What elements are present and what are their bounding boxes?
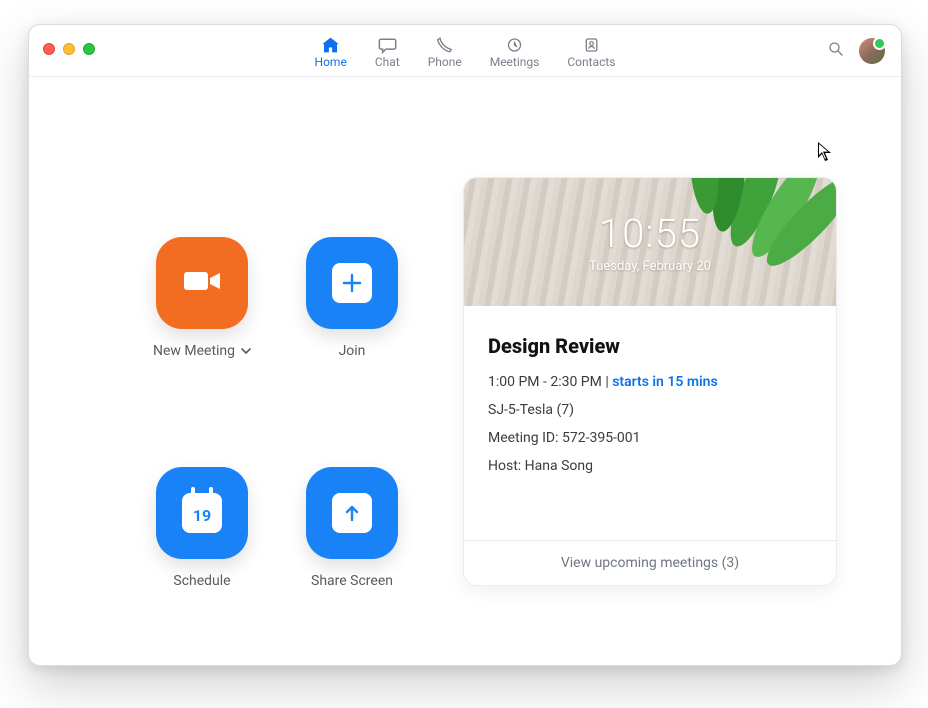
- chat-icon: [377, 35, 397, 55]
- nav-contacts-label: Contacts: [567, 55, 615, 69]
- meeting-time-row: 1:00 PM - 2:30 PM | starts in 15 mins: [488, 374, 812, 390]
- hero-time: 10:55 Tuesday, February 20: [464, 178, 836, 306]
- close-window-button[interactable]: [43, 43, 55, 55]
- new-meeting-button[interactable]: [156, 237, 248, 329]
- phone-icon: [435, 35, 455, 55]
- window-controls: [43, 43, 95, 55]
- schedule-button[interactable]: 19: [156, 467, 248, 559]
- join-button[interactable]: [306, 237, 398, 329]
- meeting-room: SJ-5-Tesla (7): [488, 402, 812, 418]
- join-label: Join: [339, 343, 366, 359]
- upload-icon: [332, 493, 372, 533]
- calendar-icon: 19: [182, 493, 222, 533]
- new-meeting-tile: New Meeting: [127, 237, 277, 435]
- search-icon[interactable]: [827, 40, 845, 62]
- right-panel: 10:55 Tuesday, February 20 Design Review…: [449, 77, 901, 665]
- nav-contacts[interactable]: Contacts: [567, 35, 615, 69]
- nav-meetings-label: Meetings: [490, 55, 540, 69]
- nav-meetings[interactable]: Meetings: [490, 35, 540, 69]
- main-body: New Meeting Join: [29, 77, 901, 665]
- nav-chat[interactable]: Chat: [375, 35, 400, 69]
- schedule-tile: 19 Schedule: [127, 467, 277, 665]
- chevron-down-icon: [241, 347, 251, 355]
- nav-home-label: Home: [315, 55, 347, 69]
- minimize-window-button[interactable]: [63, 43, 75, 55]
- nav-home[interactable]: Home: [315, 35, 347, 69]
- share-label: Share Screen: [311, 573, 393, 589]
- video-icon: [180, 266, 224, 300]
- action-grid: New Meeting Join: [29, 77, 449, 665]
- home-icon: [321, 35, 341, 55]
- meeting-id: Meeting ID: 572-395-001: [488, 430, 812, 446]
- titlebar: Home Chat Phone: [29, 25, 901, 77]
- meeting-separator: |: [602, 374, 612, 390]
- presence-indicator: [873, 37, 886, 50]
- maximize-window-button[interactable]: [83, 43, 95, 55]
- share-tile: Share Screen: [277, 467, 427, 665]
- app-window: Home Chat Phone: [28, 24, 902, 666]
- top-nav: Home Chat Phone: [315, 35, 616, 69]
- clock-date: Tuesday, February 20: [589, 259, 711, 274]
- plus-icon: [332, 263, 372, 303]
- titlebar-tools: [827, 38, 885, 64]
- new-meeting-label: New Meeting: [153, 343, 235, 359]
- meeting-starts-in: starts in 15 mins: [612, 374, 717, 390]
- schedule-label: Schedule: [173, 573, 230, 589]
- contacts-icon: [581, 35, 601, 55]
- calendar-day: 19: [193, 506, 211, 525]
- calendar-card: 10:55 Tuesday, February 20 Design Review…: [463, 177, 837, 586]
- meeting-time-range: 1:00 PM - 2:30 PM: [488, 374, 602, 390]
- card-hero: 10:55 Tuesday, February 20: [464, 178, 836, 306]
- join-tile: Join: [277, 237, 427, 435]
- meeting-title: Design Review: [488, 334, 812, 358]
- share-screen-button[interactable]: [306, 467, 398, 559]
- nav-phone[interactable]: Phone: [428, 35, 462, 69]
- clock-time: 10:55: [599, 210, 701, 257]
- meeting-host: Host: Hana Song: [488, 458, 812, 474]
- meeting-details: Design Review 1:00 PM - 2:30 PM | starts…: [464, 306, 836, 512]
- view-upcoming-button[interactable]: View upcoming meetings (3): [464, 541, 836, 585]
- view-upcoming-label: View upcoming meetings (3): [561, 555, 739, 571]
- clock-icon: [505, 35, 525, 55]
- profile-avatar[interactable]: [859, 38, 885, 64]
- nav-phone-label: Phone: [428, 55, 462, 69]
- new-meeting-label-row[interactable]: New Meeting: [153, 343, 251, 359]
- nav-chat-label: Chat: [375, 55, 400, 69]
